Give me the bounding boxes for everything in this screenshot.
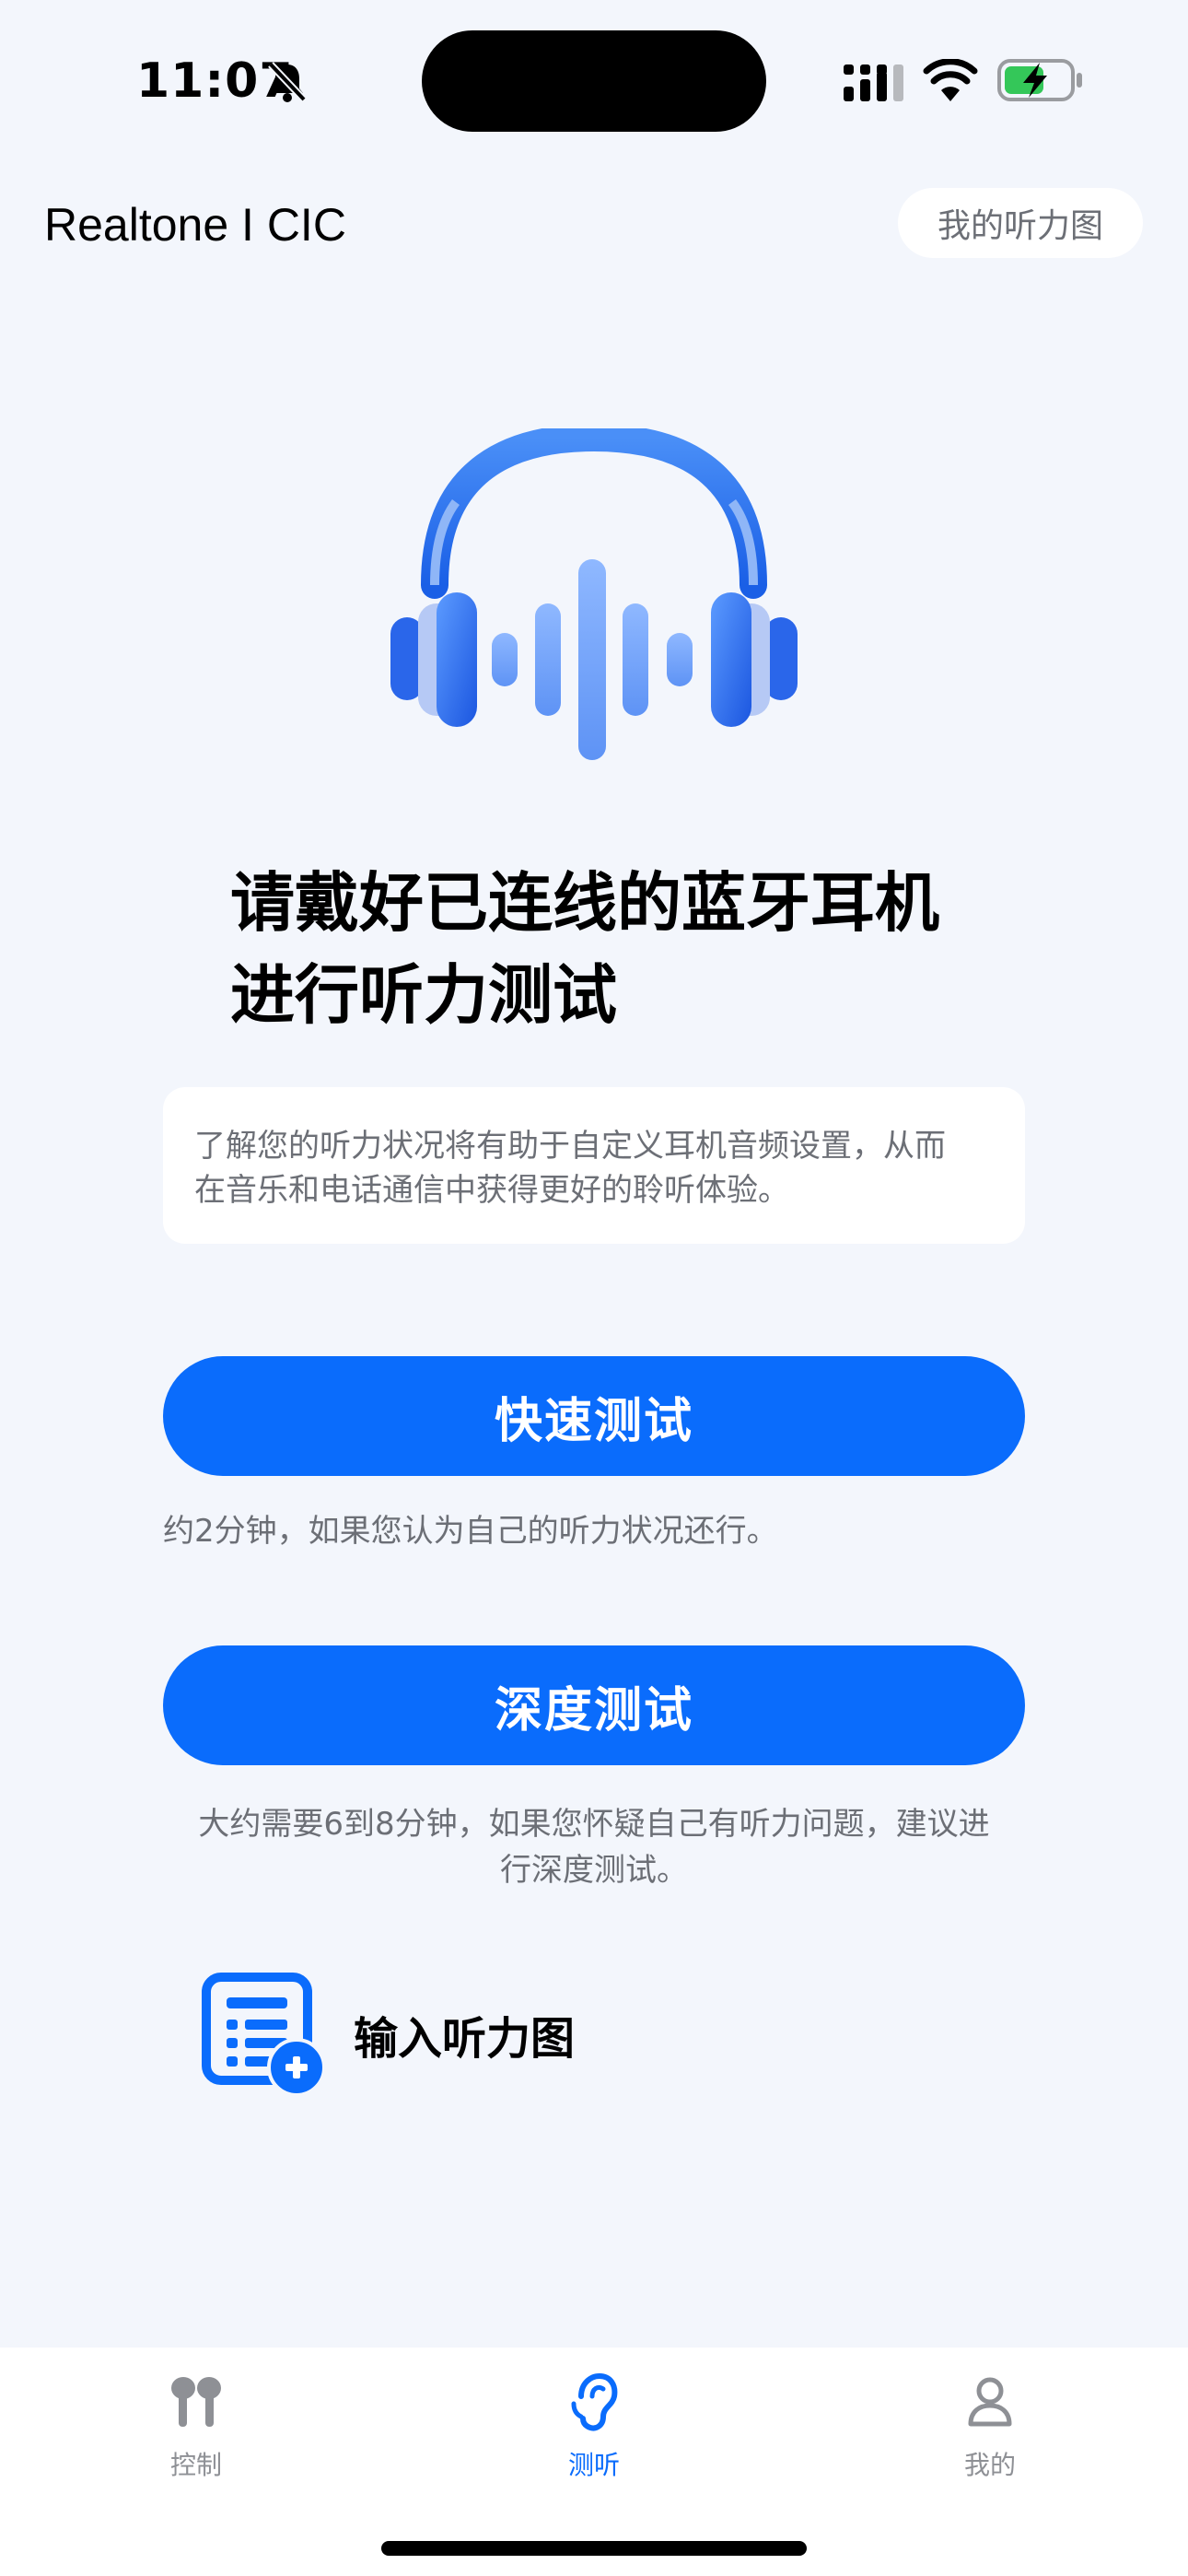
tab-control[interactable]: 控制 xyxy=(122,2370,270,2482)
deep-test-button[interactable]: 深度测试 xyxy=(163,1645,1025,1765)
home-indicator[interactable] xyxy=(381,2541,807,2556)
deep-test-description-line-2: 行深度测试。 xyxy=(500,1852,688,1889)
wifi-icon xyxy=(923,59,978,101)
battery-charging-icon xyxy=(997,59,1082,101)
quick-test-label: 快速测试 xyxy=(494,1393,693,1449)
deep-test-description-line-1: 大约需要6到8分钟，如果您怀疑自己有听力问题，建议进 xyxy=(198,1806,990,1843)
tab-hearing-test-label: 测听 xyxy=(567,2450,620,2480)
intro-line-1: 了解您的听力状况将有助于自定义耳机音频设置，从而 xyxy=(194,1128,946,1165)
tab-control-label: 控制 xyxy=(169,2450,222,2480)
input-audiogram-label: 输入听力图 xyxy=(354,2013,576,2065)
headphones-soundwave-icon xyxy=(390,428,798,760)
app-title: Realtone I CIC xyxy=(44,199,346,251)
headline-line-1: 请戴好已连线的蓝牙耳机 xyxy=(230,865,939,941)
intro-line-2: 在音乐和电话通信中获得更好的聆听体验。 xyxy=(194,1172,789,1209)
tab-hearing-test[interactable]: 测听 xyxy=(520,2370,668,2482)
deep-test-label: 深度测试 xyxy=(494,1682,693,1739)
my-audiogram-label: 我的听力图 xyxy=(937,207,1103,245)
cellular-signal-icon xyxy=(844,64,903,101)
bell-slash-icon xyxy=(268,62,307,102)
quick-test-description: 约2分钟，如果您认为自己的听力状况还行。 xyxy=(163,1513,778,1550)
dynamic-island xyxy=(422,30,766,132)
quick-test-button[interactable]: 快速测试 xyxy=(163,1356,1025,1476)
deep-test-description: 大约需要6到8分钟，如果您怀疑自己有听力问题，建议进 行深度测试。 xyxy=(163,1801,1025,1893)
tab-mine-label: 我的 xyxy=(963,2450,1016,2480)
headline-line-2: 进行听力测试 xyxy=(230,957,617,1033)
ear-icon xyxy=(571,2372,618,2431)
earbuds-icon xyxy=(171,2377,221,2427)
tab-mine[interactable]: 我的 xyxy=(916,2370,1064,2482)
input-audiogram-button[interactable]: 输入听力图 xyxy=(201,1972,575,2097)
headline: 请戴好已连线的蓝牙耳机 进行听力测试 xyxy=(230,857,939,1041)
person-icon xyxy=(968,2377,1012,2427)
my-audiogram-button[interactable]: 我的听力图 xyxy=(898,188,1143,258)
intro-card: 了解您的听力状况将有助于自定义耳机音频设置，从而 在音乐和电话通信中获得更好的聆… xyxy=(163,1087,1025,1244)
list-add-icon xyxy=(202,1973,326,2097)
